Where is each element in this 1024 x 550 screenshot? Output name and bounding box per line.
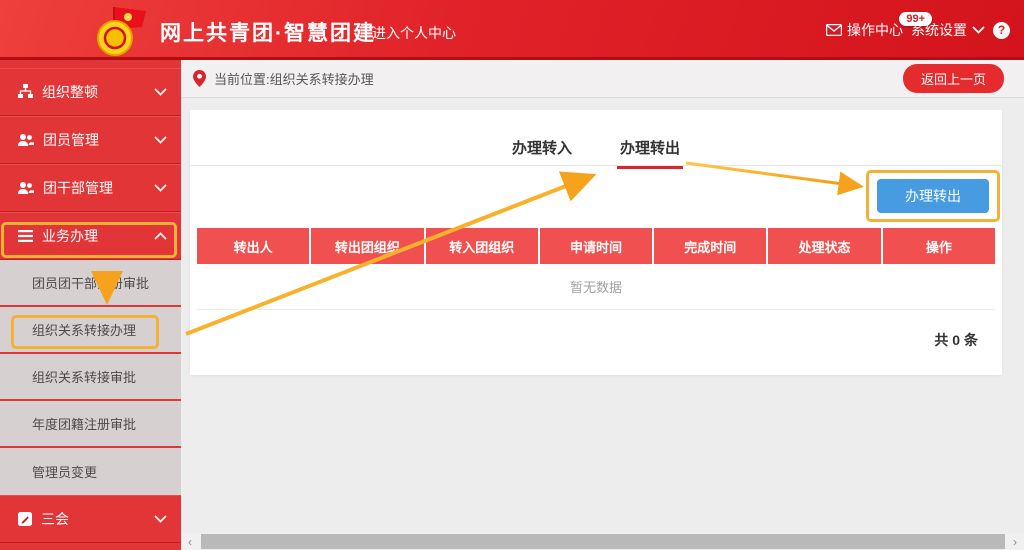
- operation-center-link[interactable]: 操作中心: [826, 20, 903, 40]
- tab-divider-line: [190, 165, 1002, 166]
- main-panel: 办理转入 办理转出 办理转出 转出人 转出团组织 转入团组织 申请时间 完成时间…: [190, 110, 1002, 375]
- breadcrumb-bar: 当前位置:组织关系转接办理 返回上一页: [181, 60, 1024, 98]
- sidebar-item-cadre-mgmt[interactable]: 团干部管理: [0, 164, 181, 212]
- sidebar-item-label: 团员管理: [43, 130, 154, 150]
- sidebar-item-member-mgmt[interactable]: 团员管理: [0, 116, 181, 164]
- transfer-table: 转出人 转出团组织 转入团组织 申请时间 完成时间 处理状态 操作 暂无数据: [197, 228, 995, 310]
- column-header: 转出人: [197, 228, 311, 264]
- column-header: 操作: [883, 228, 995, 264]
- app-window: 网上共青团·智慧团建 进入个人中心 操作中心 系统设置: [0, 0, 1024, 550]
- empty-state-text: 暂无数据: [197, 264, 995, 310]
- submenu-item-relation-transfer-approval[interactable]: 组织关系转接审批: [0, 354, 181, 401]
- table-header-row: 转出人 转出团组织 转入团组织 申请时间 完成时间 处理状态 操作: [197, 228, 995, 264]
- users-icon: [18, 133, 34, 147]
- sidebar-item-label: 组织整顿: [42, 82, 154, 102]
- edit-icon: [18, 512, 32, 526]
- submenu-item-annual-register-approval[interactable]: 年度团籍注册审批: [0, 401, 181, 448]
- chevron-down-icon: [154, 88, 167, 96]
- scroll-right-icon[interactable]: ›: [1006, 535, 1024, 549]
- league-emblem-logo: [94, 4, 150, 58]
- scroll-left-icon[interactable]: ‹: [181, 535, 199, 549]
- business-submenu: 团员团干部注册审批 组织关系转接办理 组织关系转接审批 年度团籍注册审批 管理员…: [0, 260, 181, 495]
- sidebar-item-label: 业务办理: [42, 226, 154, 246]
- app-title: 网上共青团·智慧团建: [160, 17, 376, 47]
- column-header: 转出团组织: [311, 228, 425, 264]
- column-header: 申请时间: [540, 228, 654, 264]
- top-header: 网上共青团·智慧团建 进入个人中心 操作中心 系统设置: [0, 0, 1024, 60]
- sitemap-icon: [18, 84, 33, 99]
- help-icon[interactable]: ?: [993, 22, 1010, 39]
- menu-icon: [18, 230, 33, 242]
- notification-count-badge: 99+: [899, 12, 932, 26]
- chevron-down-icon: [154, 515, 167, 523]
- sidebar-item-org-rectify[interactable]: 组织整顿: [0, 68, 181, 116]
- column-header: 完成时间: [654, 228, 768, 264]
- chevron-down-icon: [154, 136, 167, 144]
- chevron-up-icon: [154, 232, 167, 240]
- operation-center-label: 操作中心: [847, 20, 903, 40]
- submenu-item-register-approval[interactable]: 团员团干部注册审批: [0, 260, 181, 307]
- envelope-icon: [826, 24, 842, 36]
- submenu-item-admin-change[interactable]: 管理员变更: [0, 448, 181, 495]
- submenu-item-relation-transfer-handle[interactable]: 组织关系转接办理: [0, 307, 181, 354]
- column-header: 处理状态: [768, 228, 882, 264]
- sidebar-item-three-meetings[interactable]: 三会: [0, 495, 181, 543]
- users-icon: [18, 181, 34, 195]
- chevron-down-icon: [154, 184, 167, 192]
- total-count-text: 共 0 条: [934, 330, 978, 350]
- sidebar-item-business-handling[interactable]: 业务办理: [0, 212, 181, 260]
- breadcrumb-current-location: 当前位置:组织关系转接办理: [214, 69, 903, 88]
- location-pin-icon: [193, 70, 206, 87]
- sidebar-item-label: 团干部管理: [43, 178, 154, 198]
- horizontal-scrollbar[interactable]: ‹ ›: [181, 533, 1024, 550]
- back-button[interactable]: 返回上一页: [903, 64, 1004, 93]
- sidebar-item-label: 三会: [41, 509, 154, 529]
- scrollbar-thumb[interactable]: [201, 534, 1005, 549]
- personal-center-link[interactable]: 进入个人中心: [372, 23, 456, 43]
- sidebar-nav: 组织整顿 团员管理: [0, 60, 181, 550]
- chevron-down-icon: [972, 26, 985, 34]
- transfer-out-button[interactable]: 办理转出: [877, 179, 989, 213]
- column-header: 转入团组织: [426, 228, 540, 264]
